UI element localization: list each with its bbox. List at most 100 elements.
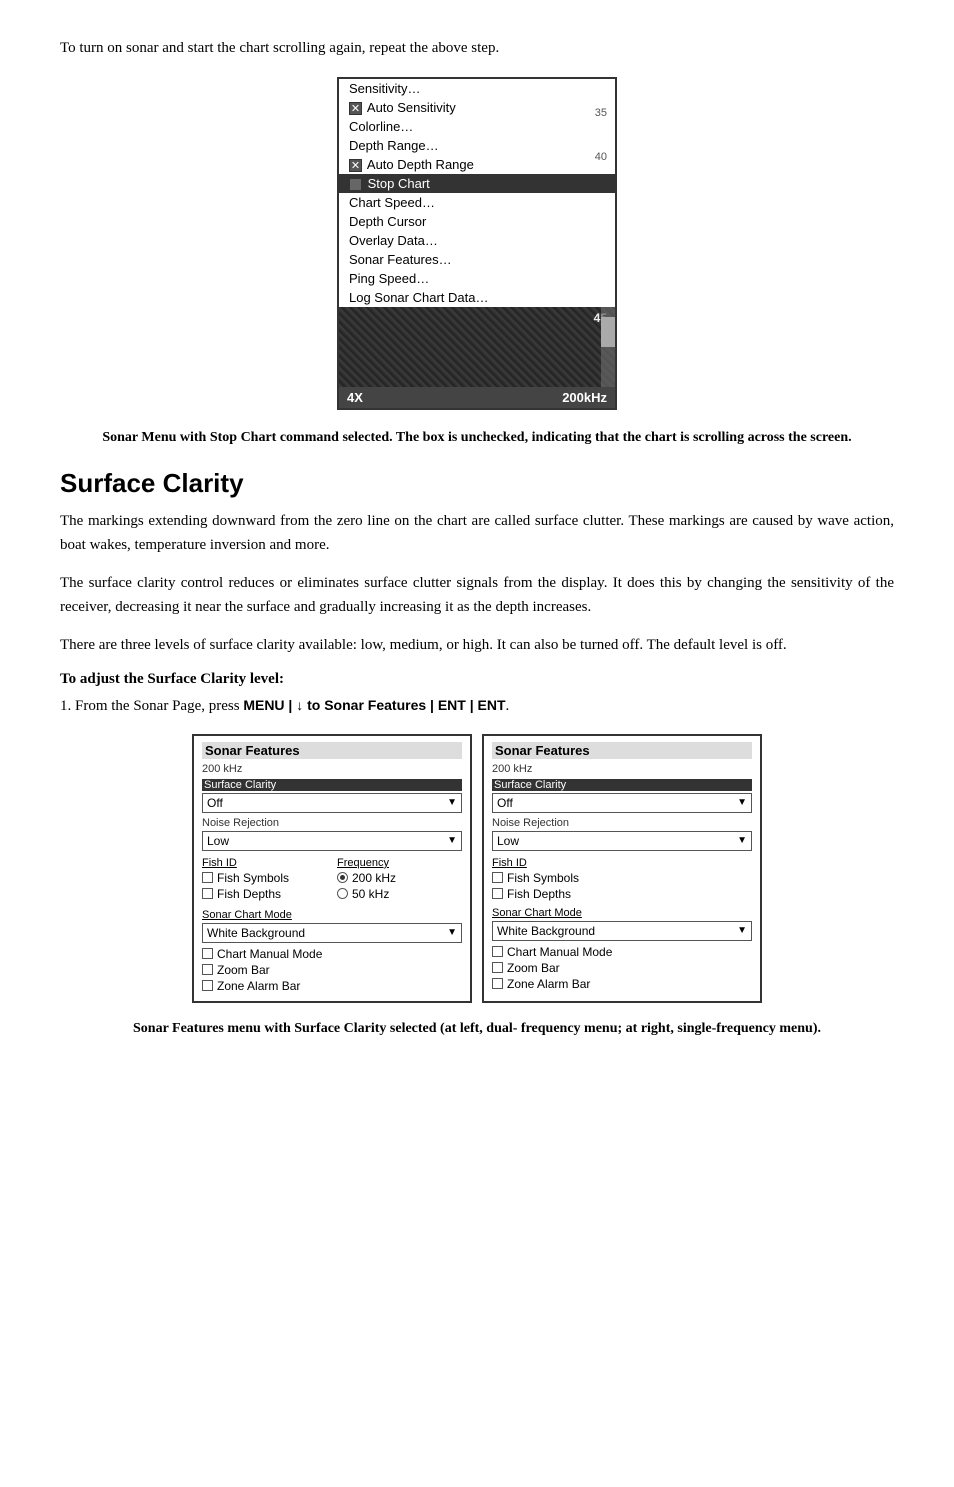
panel-right-sc-value: Off <box>497 796 513 810</box>
panel-right-wb-value: White Background <box>497 924 595 938</box>
panel-left-frequency-label: Frequency <box>337 857 462 869</box>
panel-left-nr-value: Low <box>207 834 229 848</box>
step1-prefix: 1. From the Sonar Page, press <box>60 698 243 714</box>
panel-right-zone-alarm-row: Zone Alarm Bar <box>492 977 752 991</box>
panel-right-surface-clarity-label[interactable]: Surface Clarity <box>492 779 752 791</box>
panel-right-title: Sonar Features <box>492 742 752 759</box>
step1: 1. From the Sonar Page, press MENU | ↓ t… <box>60 694 894 718</box>
panel-right-nr-value: Low <box>497 834 519 848</box>
panel-left-50khz-radio[interactable] <box>337 888 348 899</box>
panel-left-fish-symbols-label: Fish Symbols <box>217 871 289 885</box>
menu-item-sonar-features[interactable]: Sonar Features… <box>339 250 615 269</box>
menu-item-chart-speed[interactable]: Chart Speed… <box>339 193 615 212</box>
section-heading: Surface Clarity <box>60 468 894 499</box>
panel-right-freq: 200 kHz <box>492 763 752 775</box>
panel-right-fish-id-label: Fish ID <box>492 857 752 869</box>
sonar-menu-screenshot: 35 40 Sensitivity… ✕ Auto Sensitivity Co… <box>60 77 894 410</box>
menu-item-sensitivity[interactable]: Sensitivity… <box>339 79 615 98</box>
menu-item-ping-speed[interactable]: Ping Speed… <box>339 269 615 288</box>
panel-left-chart-manual-row: Chart Manual Mode <box>202 947 462 961</box>
panel-left-zone-alarm-label: Zone Alarm Bar <box>217 979 300 993</box>
sonar-image: 45 <box>339 307 615 387</box>
panel-left-wb-dropdown[interactable]: White Background ▼ <box>202 923 462 943</box>
menu-item-auto-sensitivity[interactable]: ✕ Auto Sensitivity <box>339 98 615 117</box>
panel-left-fish-depths-cb[interactable] <box>202 888 213 899</box>
checkbox-auto-sensitivity: ✕ <box>349 102 362 115</box>
panel-left-fish-row: Fish ID Fish Symbols Fish Depths Frequen… <box>202 857 462 903</box>
sonar-bottom-bar: 4X 200kHz <box>339 387 615 408</box>
panel-right-wb-dropdown[interactable]: White Background ▼ <box>492 921 752 941</box>
panel-left-200khz-row: 200 kHz <box>337 871 462 885</box>
panel-right-sc-dropdown[interactable]: Off ▼ <box>492 793 752 813</box>
panel-left-fish-depths-label: Fish Depths <box>217 887 281 901</box>
panel-right-chart-manual-cb[interactable] <box>492 946 503 957</box>
menu-item-colorline[interactable]: Colorline… <box>339 117 615 136</box>
panel-right-chart-manual-label: Chart Manual Mode <box>507 945 612 959</box>
panel-left-sc-value: Off <box>207 796 223 810</box>
panel-right-fish-symbols-label: Fish Symbols <box>507 871 579 885</box>
sonar-features-row: Sonar Features 200 kHz Surface Clarity O… <box>60 734 894 1003</box>
body-para3: There are three levels of surface clarit… <box>60 633 894 657</box>
panel-left-50khz-label: 50 kHz <box>352 887 389 901</box>
figure1-caption: Sonar Menu with Stop Chart command selec… <box>60 428 894 448</box>
panel-left-sc-arrow: ▼ <box>447 797 457 808</box>
menu-item-depth-cursor[interactable]: Depth Cursor <box>339 212 615 231</box>
body-para2: The surface clarity control reduces or e… <box>60 571 894 619</box>
panel-left-fish-depths-row: Fish Depths <box>202 887 327 901</box>
panel-left-200khz-radio[interactable] <box>337 872 348 883</box>
panel-right-zone-alarm-label: Zone Alarm Bar <box>507 977 590 991</box>
step1-suffix: . <box>506 698 510 714</box>
checkbox-stop-chart <box>349 178 362 191</box>
panel-left-fish-id-label: Fish ID <box>202 857 327 869</box>
panel-right-noise-label: Noise Rejection <box>492 817 752 829</box>
panel-right-chart-manual-row: Chart Manual Mode <box>492 945 752 959</box>
panel-right-fish-depths-cb[interactable] <box>492 888 503 899</box>
panel-left-sc-dropdown[interactable]: Off ▼ <box>202 793 462 813</box>
panel-right-fish-depths-label: Fish Depths <box>507 887 571 901</box>
menu-item-auto-depth[interactable]: ✕ Auto Depth Range <box>339 155 615 174</box>
panel-left-chart-mode-label: Sonar Chart Mode <box>202 909 462 921</box>
panel-right-fish-depths-row: Fish Depths <box>492 887 752 901</box>
sonar-menu-box: 35 40 Sensitivity… ✕ Auto Sensitivity Co… <box>337 77 617 410</box>
menu-item-stop-chart[interactable]: Stop Chart <box>339 174 615 193</box>
panel-left-fish-symbols-row: Fish Symbols <box>202 871 327 885</box>
panel-left-noise-label: Noise Rejection <box>202 817 462 829</box>
step1-keys: MENU | ↓ to Sonar Features | ENT | ENT <box>243 697 505 713</box>
sonar-features-panel-left: Sonar Features 200 kHz Surface Clarity O… <box>192 734 472 1003</box>
sonar-features-panel-right: Sonar Features 200 kHz Surface Clarity O… <box>482 734 762 1003</box>
panel-left-zoom-bar-label: Zoom Bar <box>217 963 270 977</box>
figure2-caption: Sonar Features menu with Surface Clarity… <box>60 1019 894 1039</box>
panel-left-title: Sonar Features <box>202 742 462 759</box>
panel-right-zoom-bar-label: Zoom Bar <box>507 961 560 975</box>
panel-left-zone-alarm-cb[interactable] <box>202 980 213 991</box>
panel-left-freq: 200 kHz <box>202 763 462 775</box>
panel-left-zoom-bar-cb[interactable] <box>202 964 213 975</box>
panel-right-fish-section: Fish ID Fish Symbols Fish Depths <box>492 857 752 901</box>
panel-left-nr-dropdown[interactable]: Low ▼ <box>202 831 462 851</box>
panel-left-surface-clarity-label[interactable]: Surface Clarity <box>202 779 462 791</box>
panel-right-wb-arrow: ▼ <box>737 925 747 936</box>
panel-right-nr-dropdown[interactable]: Low ▼ <box>492 831 752 851</box>
instructions-heading: To adjust the Surface Clarity level: <box>60 671 894 688</box>
panel-right-nr-arrow: ▼ <box>737 835 747 846</box>
panel-left-fish-col: Fish ID Fish Symbols Fish Depths <box>202 857 327 903</box>
freq-label: 200kHz <box>562 390 607 405</box>
panel-right-fish-symbols-cb[interactable] <box>492 872 503 883</box>
menu-item-overlay-data[interactable]: Overlay Data… <box>339 231 615 250</box>
checkbox-auto-depth: ✕ <box>349 159 362 172</box>
panel-left-zoom-bar-row: Zoom Bar <box>202 963 462 977</box>
intro-paragraph: To turn on sonar and start the chart scr… <box>60 40 894 57</box>
panel-left-fish-symbols-cb[interactable] <box>202 872 213 883</box>
panel-left-chart-manual-cb[interactable] <box>202 948 213 959</box>
menu-item-depth-range[interactable]: Depth Range… <box>339 136 615 155</box>
panel-right-zone-alarm-cb[interactable] <box>492 978 503 989</box>
sonar-noise <box>339 307 615 387</box>
panel-right-sc-arrow: ▼ <box>737 797 747 808</box>
panel-right-zoom-bar-cb[interactable] <box>492 962 503 973</box>
panel-right-fish-symbols-row: Fish Symbols <box>492 871 752 885</box>
panel-right-chart-mode-label: Sonar Chart Mode <box>492 907 752 919</box>
panel-left-50khz-row: 50 kHz <box>337 887 462 901</box>
panel-left-200khz-label: 200 kHz <box>352 871 396 885</box>
menu-item-log-sonar[interactable]: Log Sonar Chart Data… <box>339 288 615 307</box>
panel-left-freq-col: Frequency 200 kHz 50 kHz <box>337 857 462 903</box>
